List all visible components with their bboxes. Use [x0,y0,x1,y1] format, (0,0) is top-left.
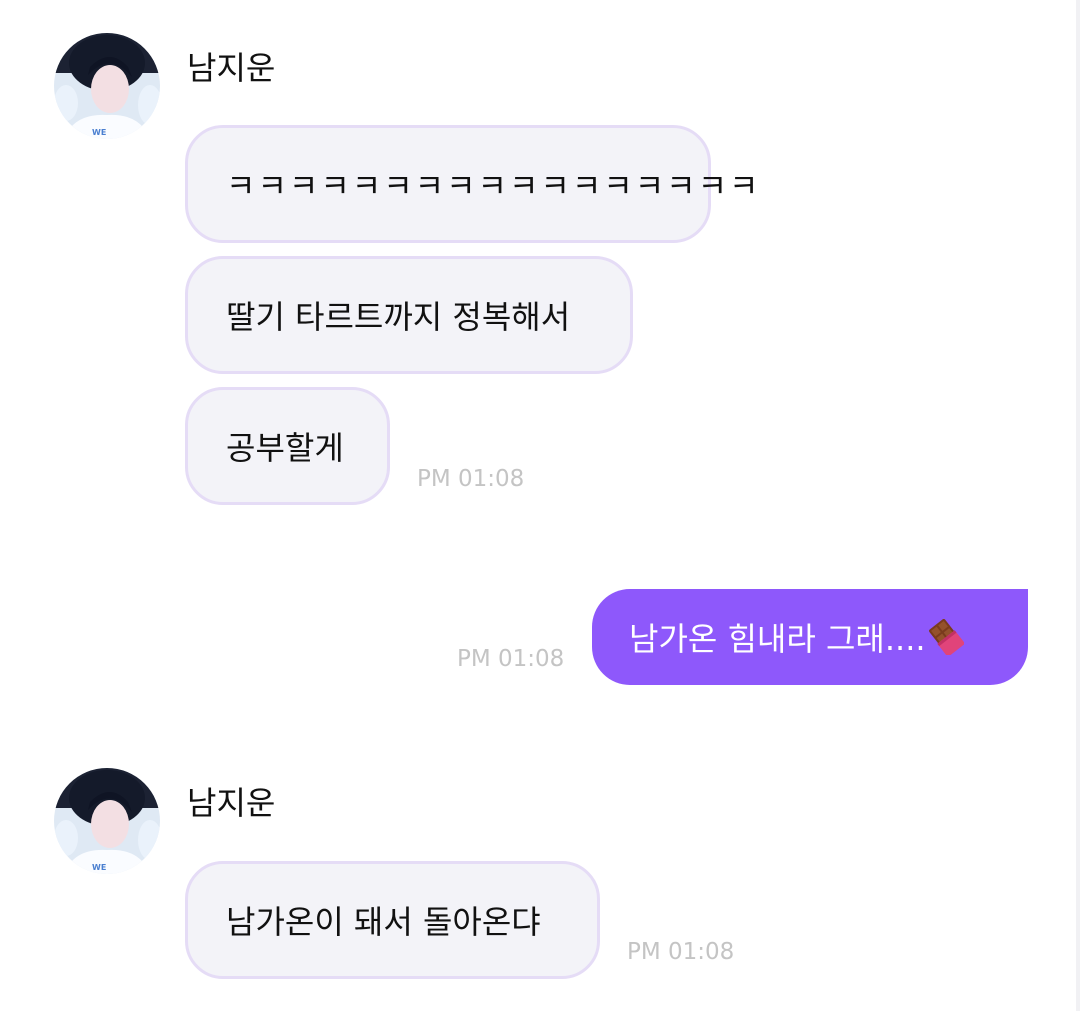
message-text: 딸기 타르트까지 정복해서 [226,298,571,336]
message-timestamp: PM 01:08 [627,939,735,965]
message-text: ㅋㅋㅋㅋㅋㅋㅋㅋㅋㅋㅋㅋㅋㅋㅋㅋㅋ [226,167,761,205]
outgoing-message-bubble[interactable]: 남가온 힘내라 그래.... [592,589,1028,685]
message-bubble[interactable]: 공부할게 [185,387,390,505]
right-edge-divider [1076,0,1080,1011]
message-bubble[interactable]: 남가온이 돼서 돌아온댜 [185,861,600,979]
chocolate-bar-icon [928,619,964,655]
svg-text:WE: WE [92,128,106,137]
sender-avatar[interactable]: WE [54,33,160,139]
message-bubble[interactable]: 딸기 타르트까지 정복해서 [185,256,633,374]
message-text: 남가온 힘내라 그래.... [629,620,926,658]
sender-avatar[interactable]: WE [54,768,160,874]
sender-name: 남지운 [187,49,276,87]
svg-text:WE: WE [92,863,106,872]
message-timestamp: PM 01:08 [417,466,525,492]
message-text: 남가온이 돼서 돌아온댜 [226,903,541,941]
message-timestamp: PM 01:08 [457,646,565,672]
sender-name: 남지운 [187,784,276,822]
message-bubble[interactable]: ㅋㅋㅋㅋㅋㅋㅋㅋㅋㅋㅋㅋㅋㅋㅋㅋㅋ [185,125,758,243]
message-text: 공부할게 [226,429,344,467]
